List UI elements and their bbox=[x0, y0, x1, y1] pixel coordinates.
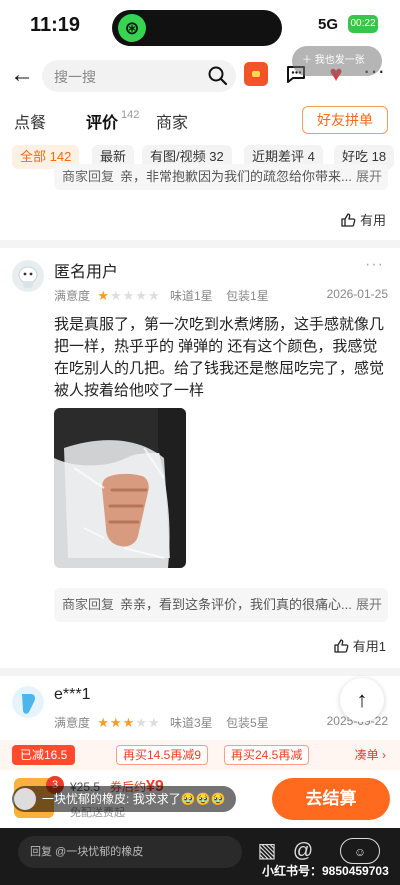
star-rating: ★★★★★ bbox=[97, 288, 160, 304]
expand-link[interactable]: 展开 bbox=[356, 164, 382, 190]
merchant-reply-text: 亲，非常抱歉因为我们的疏忽给你带来... bbox=[120, 169, 352, 184]
star-icon: ★★★ bbox=[97, 715, 136, 730]
star-icon: ★★ bbox=[135, 715, 161, 730]
tab-order-label: 点餐 bbox=[14, 115, 47, 132]
promo-offer[interactable]: 再买24.5再减 bbox=[224, 745, 310, 765]
packaging-rating: 包装5星 bbox=[226, 716, 269, 730]
commenter-avatar bbox=[14, 788, 36, 810]
review-card: e***1 满意度 ★★★★★ 味道3星 包装5星 2025-09-22 bbox=[0, 676, 400, 740]
status-bar: 11:19 ⊛ 5G 00:22 bbox=[0, 0, 400, 52]
reply-input[interactable]: 回复 @一块忧郁的橡皮 bbox=[18, 836, 242, 868]
dynamic-island: ⊛ bbox=[112, 10, 282, 46]
useful-button[interactable]: 有用1 bbox=[333, 636, 386, 655]
star-rating: ★★★★★ bbox=[97, 715, 160, 731]
promo-offer[interactable]: 再买14.5再减9 bbox=[116, 745, 209, 765]
tab-merchant-label: 商家 bbox=[156, 115, 189, 132]
rating-row: 满意度 ★★★★★ 味道3星 包装5星 bbox=[54, 714, 279, 731]
plus-icon: ＋ bbox=[302, 55, 315, 66]
thumbs-up-icon bbox=[334, 639, 349, 653]
star-icon: ★ bbox=[97, 288, 111, 303]
commenter-name: 一块忧郁的橡皮: bbox=[42, 792, 130, 806]
store-tabs: 点餐 评价 142 商家 好友拼单 bbox=[0, 100, 400, 140]
review-username[interactable]: 匿名用户 bbox=[54, 258, 118, 282]
sticker-icon[interactable]: ☺ bbox=[340, 838, 380, 864]
expand-link[interactable]: 展开 bbox=[356, 588, 382, 622]
search-placeholder: 搜一搜 bbox=[54, 69, 96, 85]
arrow-up-icon: ↑ bbox=[356, 687, 368, 712]
useful-button[interactable]: 有用 bbox=[340, 210, 386, 229]
back-arrow-icon[interactable]: ← bbox=[10, 61, 38, 89]
battery-indicator: 00:22 bbox=[348, 15, 378, 33]
watermark: 小红书号：9850459703 bbox=[262, 864, 389, 878]
review-text: 我是真服了，第一次吃到水煮烤肠，这手感就像几把一样，热乎乎的 弹弹的 还有这个颜… bbox=[54, 316, 385, 399]
image-icon[interactable]: ▧ bbox=[254, 838, 280, 864]
tab-reviews[interactable]: 评价 142 bbox=[86, 109, 139, 133]
taste-rating: 味道1星 bbox=[169, 289, 213, 303]
review-card-previous: 商家回复 亲，非常抱歉因为我们的疏忽给你带来... 展开 有用 bbox=[0, 164, 400, 240]
review-date: 2026-01-25 bbox=[326, 287, 388, 301]
search-icon[interactable] bbox=[206, 64, 230, 88]
scroll-to-top-button[interactable]: ↑ bbox=[340, 678, 384, 722]
useful-label: 有用1 bbox=[352, 639, 386, 654]
star-icon: ★★★★ bbox=[110, 288, 161, 303]
merchant-reply-label: 商家回复 bbox=[62, 169, 115, 184]
red-packet-icon[interactable] bbox=[244, 62, 268, 86]
app-logo-icon: ⊛ bbox=[118, 14, 146, 42]
checkout-button[interactable]: 去结算 bbox=[272, 778, 390, 820]
status-time: 11:19 bbox=[30, 14, 81, 36]
mention-icon[interactable]: @ bbox=[290, 838, 316, 864]
search-box[interactable]: 搜一搜 bbox=[42, 60, 236, 92]
friend-group-order-button[interactable]: 好友拼单 bbox=[302, 106, 388, 134]
review-photo[interactable] bbox=[54, 408, 186, 568]
user-avatar bbox=[12, 686, 44, 718]
review-more-icon[interactable]: ··· bbox=[365, 256, 384, 274]
rating-row: 满意度 ★★★★★ 味道1星 包装1星 bbox=[54, 287, 279, 304]
merchant-reply[interactable]: 商家回复 亲，非常抱歉因为我们的疏忽给你带来... 展开 bbox=[54, 164, 388, 190]
merchant-reply-text: 亲亲，看到这条评价，我们真的很痛心... bbox=[120, 597, 352, 612]
floating-comment[interactable]: 一块忧郁的橡皮: 我求求了🥹🥹🥹 bbox=[12, 786, 236, 812]
merchant-reply-label: 商家回复 bbox=[62, 597, 115, 612]
post-tip-bubble[interactable]: ＋ 我也发一张 bbox=[292, 46, 382, 76]
taste-rating: 味道3星 bbox=[169, 716, 213, 730]
satisfaction-label: 满意度 bbox=[54, 289, 91, 303]
review-username[interactable]: e***1 bbox=[54, 686, 90, 704]
useful-label: 有用 bbox=[359, 213, 386, 228]
satisfaction-label: 满意度 bbox=[54, 716, 91, 730]
tab-reviews-count: 142 bbox=[121, 109, 140, 121]
add-items-link[interactable]: 凑单 › bbox=[355, 746, 386, 763]
sausage-in-bag-image bbox=[54, 408, 186, 568]
comment-text: 我求求了🥹🥹🥹 bbox=[132, 792, 226, 806]
thumbs-up-icon bbox=[341, 213, 356, 227]
promo-strip: 已减16.5 再买14.5再减9 再买24.5再减 凑单 › bbox=[0, 740, 400, 770]
discount-badge: 已减16.5 bbox=[12, 745, 76, 765]
tab-order[interactable]: 点餐 bbox=[14, 109, 46, 133]
post-tip-text: 我也发一张 bbox=[314, 55, 365, 66]
packaging-rating: 包装1星 bbox=[226, 289, 269, 303]
merchant-reply[interactable]: 商家回复 亲亲，看到这条评价，我们真的很痛心... 展开 bbox=[54, 588, 388, 622]
review-card: 匿名用户 ··· 满意度 ★★★★★ 味道1星 包装1星 2026-01-25 … bbox=[0, 248, 400, 668]
tab-reviews-label: 评价 bbox=[86, 115, 119, 132]
user-avatar bbox=[12, 260, 44, 292]
reply-bar: 回复 @一块忧郁的橡皮 ▧ @ ☺ 小红书号：9850459703 bbox=[0, 828, 400, 885]
tab-merchant[interactable]: 商家 bbox=[156, 109, 188, 133]
signal-label: 5G bbox=[318, 16, 339, 33]
